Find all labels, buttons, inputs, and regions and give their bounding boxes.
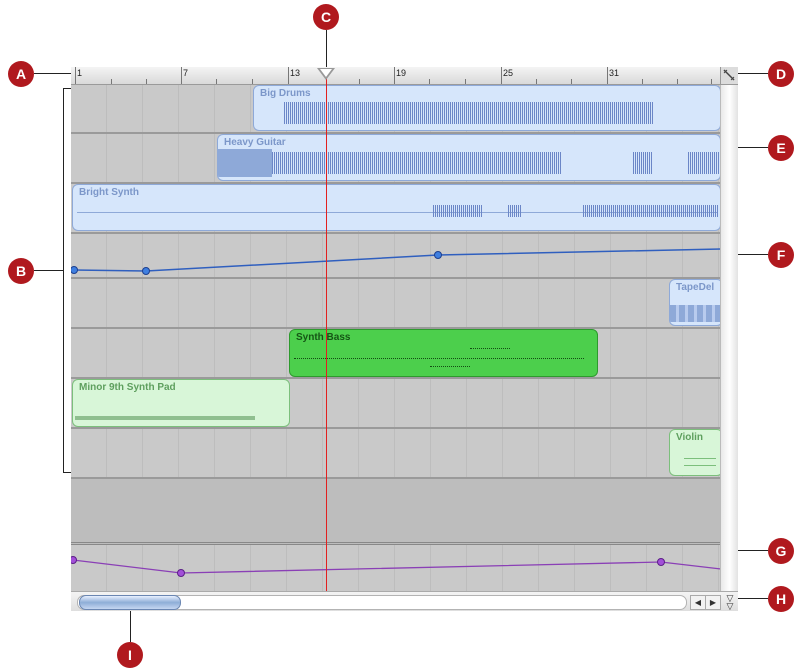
waveform <box>433 205 483 217</box>
callout-c-line <box>326 30 327 68</box>
callout-b-bracket <box>63 88 64 473</box>
midi-notes <box>75 416 255 420</box>
region-label: Heavy Guitar <box>224 137 286 148</box>
ruler-zoom-icon <box>723 69 735 81</box>
callout-h-line <box>738 598 768 599</box>
ruler-label-19: 19 <box>396 68 407 78</box>
ruler-label-13: 13 <box>290 68 301 78</box>
callout-b-line <box>34 270 63 271</box>
callout-c: C <box>313 4 339 30</box>
waveform <box>272 152 562 174</box>
track-lane-tape-delay[interactable]: TapeDel <box>71 279 723 329</box>
callout-d: D <box>768 61 794 87</box>
ruler-label-31: 31 <box>609 68 620 78</box>
waveform <box>688 152 720 174</box>
automation-point <box>71 556 77 564</box>
automation-point <box>71 266 78 274</box>
region-label: Minor 9th Synth Pad <box>79 382 176 393</box>
region-label: Big Drums <box>260 88 311 99</box>
waveform <box>508 205 522 217</box>
waveform-block <box>670 305 722 322</box>
region-heavy-guitar[interactable]: Heavy Guitar <box>217 134 721 181</box>
callout-g: G <box>768 538 794 564</box>
zoom-updown-icon: ▽ ▽ <box>726 593 734 611</box>
region-label: Violin <box>676 432 704 443</box>
region-violin[interactable]: Violin <box>669 429 723 476</box>
callout-e: E <box>768 135 794 161</box>
track-lane-bright-synth[interactable]: Bright Synth <box>71 184 721 234</box>
track-lane-synth-pad[interactable]: Minor 9th Synth Pad <box>71 379 721 429</box>
track-lane-heavy-guitar[interactable]: Heavy Guitar <box>71 134 721 184</box>
callout-a: A <box>8 61 34 87</box>
callout-h: H <box>768 586 794 612</box>
ruler-zoom-button[interactable] <box>720 67 738 84</box>
automation-point <box>142 267 150 275</box>
region-bright-synth[interactable]: Bright Synth <box>72 184 721 231</box>
arrow-left-icon: ◀ <box>694 598 702 607</box>
scroll-left-button[interactable]: ◀ <box>690 595 706 610</box>
arrange-area: 1 7 13 19 25 31 Big Drums Heavy Guitar B… <box>71 67 738 611</box>
automation-curve-purple[interactable] <box>71 545 721 591</box>
midi-notes <box>684 458 716 459</box>
ruler-label-25: 25 <box>503 68 514 78</box>
callout-b: B <box>8 258 34 284</box>
track-lane-synth-bass[interactable]: Synth Bass <box>71 329 721 379</box>
horizontal-scrollbar[interactable]: ◀ ▶ ▽ ▽ <box>71 591 738 611</box>
waveform-block <box>218 149 272 177</box>
vertical-scrollbar[interactable] <box>720 85 738 591</box>
midi-notes <box>294 358 584 360</box>
region-synth-pad[interactable]: Minor 9th Synth Pad <box>72 379 290 427</box>
automation-point <box>434 251 442 259</box>
ruler-label-1: 1 <box>77 68 83 78</box>
bar-ruler[interactable]: 1 7 13 19 25 31 <box>71 67 738 85</box>
callout-b-bracket-top <box>63 88 71 89</box>
waveform <box>633 152 653 174</box>
midi-notes <box>684 465 716 466</box>
region-tape-delay[interactable]: TapeDel <box>669 279 723 326</box>
automation-point <box>657 558 665 566</box>
callout-a-line <box>34 73 71 74</box>
zoom-button[interactable]: ▽ ▽ <box>723 593 737 611</box>
waveform <box>583 205 718 217</box>
callout-d-line <box>738 73 768 74</box>
callout-i: I <box>117 642 143 668</box>
ruler-label-7: 7 <box>183 68 189 78</box>
waveform <box>284 102 654 124</box>
region-label: TapeDel <box>676 282 715 293</box>
midi-notes <box>430 366 470 368</box>
callout-i-line <box>130 606 131 642</box>
scroll-thumb[interactable] <box>79 595 181 610</box>
playhead-line[interactable] <box>326 75 327 591</box>
region-big-drums[interactable]: Big Drums <box>253 85 721 131</box>
track-lane-big-drums[interactable]: Big Drums <box>71 85 721 134</box>
arrow-right-icon: ▶ <box>709 598 717 607</box>
region-label: Bright Synth <box>79 187 139 198</box>
empty-track-area[interactable] <box>71 479 721 545</box>
callout-b-bracket-bottom <box>63 472 71 473</box>
midi-notes <box>470 348 510 350</box>
callout-f: F <box>768 242 794 268</box>
region-synth-bass[interactable]: Synth Bass <box>289 329 598 377</box>
scroll-right-button[interactable]: ▶ <box>705 595 721 610</box>
automation-point <box>177 569 185 577</box>
region-label: Synth Bass <box>296 332 351 343</box>
automation-curve-blue[interactable] <box>71 234 721 277</box>
track-lane-violin[interactable]: Violin <box>71 429 723 479</box>
